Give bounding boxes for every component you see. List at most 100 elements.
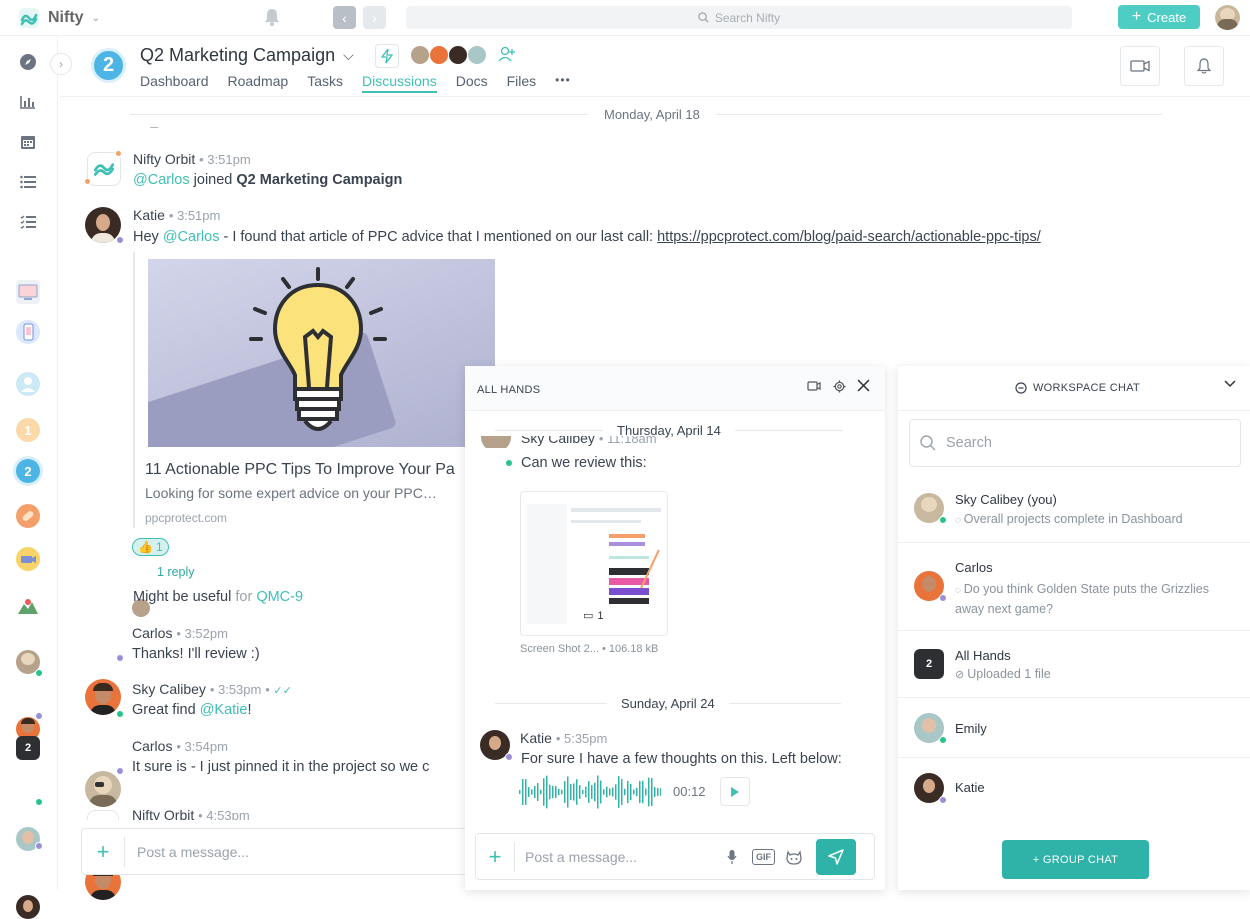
tab-tasks[interactable]: Tasks — [307, 73, 343, 93]
chat-item-all-hands[interactable]: 2 All Hands ⊘ Uploaded 1 file — [898, 631, 1250, 698]
project-tabs: Dashboard Roadmap Tasks Discussions Docs… — [140, 73, 571, 93]
send-button[interactable] — [816, 838, 856, 875]
rail-group-badge[interactable]: 2 — [16, 736, 40, 760]
chat-item-carlos[interactable]: Carlos ◌ Do you think Golden State puts … — [898, 543, 1250, 631]
waveform-bar — [600, 780, 602, 804]
group-badge-number: 2 — [24, 742, 32, 754]
group-chat-button[interactable]: + GROUP CHAT — [1002, 840, 1149, 879]
workspace-switcher[interactable]: Nifty ⌄ — [18, 7, 100, 29]
rail-dm-avatar-katie[interactable] — [16, 895, 40, 919]
message-input[interactable]: Post a message... — [125, 844, 249, 860]
tab-discussions[interactable]: Discussions — [362, 73, 437, 93]
gif-button[interactable]: GIF — [752, 848, 775, 865]
project-person-icon[interactable] — [16, 372, 40, 396]
sky-calibey-avatar[interactable] — [85, 771, 121, 807]
project-members[interactable] — [410, 45, 487, 65]
tab-dashboard[interactable]: Dashboard — [140, 73, 209, 93]
video-call-button[interactable] — [1120, 46, 1160, 86]
thumbs-up-reaction[interactable]: 👍 1 — [132, 538, 169, 556]
forward-button[interactable]: › — [363, 6, 386, 29]
project-video-icon[interactable] — [16, 547, 40, 571]
reply-count-link[interactable]: 1 reply — [157, 565, 195, 579]
project-badge-1[interactable]: 1 — [16, 418, 40, 442]
project-notifications-button[interactable] — [1184, 46, 1224, 86]
waveform-bar — [537, 782, 539, 802]
project-map-icon[interactable] — [16, 595, 40, 619]
plus-icon[interactable]: + — [476, 844, 514, 870]
notifications-bell-icon[interactable] — [264, 8, 280, 26]
chat-search-input[interactable]: Search — [909, 419, 1241, 467]
tab-files[interactable]: Files — [507, 73, 537, 93]
settings-button[interactable] — [833, 380, 846, 393]
user-mention[interactable]: @Carlos — [163, 229, 220, 245]
project-bandage-icon[interactable] — [16, 504, 40, 528]
project-title-dropdown[interactable]: Q2 Marketing Campaign ⌵ — [140, 45, 354, 66]
author-name[interactable]: Carlos — [132, 625, 172, 641]
author-name[interactable]: Nifty Orbit — [133, 151, 195, 167]
author-name[interactable]: Carlos — [132, 738, 172, 754]
author-name[interactable]: Sky Calibey — [132, 681, 206, 697]
sticker-icon[interactable] — [785, 849, 803, 865]
expand-sidebar-button[interactable]: › — [50, 53, 72, 75]
bar-chart-icon[interactable] — [18, 92, 38, 112]
user-avatar[interactable] — [1215, 5, 1240, 30]
member-avatar — [429, 45, 449, 65]
collapse-panel-button[interactable] — [1224, 380, 1236, 388]
chat-item-emily[interactable]: Emily — [898, 698, 1250, 758]
waveform-bar — [603, 789, 605, 795]
more-tabs-button[interactable]: ••• — [555, 73, 571, 93]
compass-icon[interactable] — [18, 52, 38, 72]
create-button[interactable]: + Create — [1118, 5, 1200, 29]
user-mention[interactable]: @Carlos — [133, 172, 190, 188]
microphone-icon[interactable] — [720, 849, 744, 865]
user-mention[interactable]: @Katie — [200, 702, 248, 718]
chat-name: Sky Calibey (you) — [955, 492, 1057, 507]
waveform-bar — [594, 782, 596, 802]
file-name[interactable]: Screen Shot 2... — [520, 643, 599, 655]
automation-button[interactable] — [375, 44, 399, 68]
add-member-icon[interactable] — [498, 46, 516, 62]
project-phone-icon[interactable] — [16, 320, 40, 344]
screenshot-attachment[interactable]: ▭ 1 — [520, 491, 668, 636]
date-separator: Sunday, April 24 — [495, 696, 865, 711]
message-header: Carlos • 3:52pm — [132, 625, 228, 641]
waveform-bar — [519, 790, 521, 794]
plus-icon[interactable]: + — [82, 839, 124, 865]
bell-icon — [1197, 58, 1211, 74]
waveform-bar — [639, 780, 641, 804]
link-preview-image[interactable] — [148, 259, 495, 447]
message-text: Thanks! I'll review :) — [132, 646, 260, 662]
checklist-icon[interactable] — [18, 212, 38, 232]
task-link[interactable]: QMC-9 — [256, 589, 303, 605]
online-status-dot — [35, 798, 43, 806]
chat-item-sky-calibey[interactable]: Sky Calibey (you) ◌ Overall projects com… — [898, 475, 1250, 543]
waveform-bar — [549, 784, 551, 800]
waveform-bar — [627, 780, 629, 804]
waveform-bar — [585, 786, 587, 798]
nifty-orbit-avatar — [87, 810, 119, 820]
project-badge-2[interactable]: 2 — [16, 459, 40, 483]
tab-roadmap[interactable]: Roadmap — [228, 73, 289, 93]
author-name[interactable]: Katie — [133, 207, 165, 223]
close-panel-button[interactable] — [857, 379, 870, 392]
play-audio-button[interactable] — [720, 777, 750, 806]
waveform-bar — [588, 781, 590, 803]
list-icon[interactable] — [18, 172, 38, 192]
message-input[interactable]: Post a message... — [515, 849, 720, 865]
sky-calibey-avatar — [481, 436, 511, 448]
preview-title[interactable]: 11 Actionable PPC Tips To Improve Your P… — [145, 461, 455, 479]
project-monitor-icon[interactable] — [16, 280, 40, 304]
calendar-icon[interactable] — [18, 132, 38, 152]
chevron-right-icon: › — [372, 9, 377, 26]
author-name[interactable]: Katie — [520, 730, 552, 746]
discussion-composer[interactable]: + Post a message... — [81, 828, 481, 875]
audio-waveform[interactable] — [519, 774, 661, 810]
back-button[interactable]: ‹ — [333, 6, 356, 29]
tab-docs[interactable]: Docs — [456, 73, 488, 93]
global-search-input[interactable]: Search Nifty — [406, 6, 1072, 29]
video-call-button[interactable] — [807, 381, 821, 391]
all-hands-composer[interactable]: + Post a message... GIF — [475, 833, 875, 880]
carlos-avatar[interactable] — [85, 679, 121, 715]
chat-item-katie[interactable]: Katie — [898, 758, 1250, 818]
article-link[interactable]: https://ppcprotect.com/blog/paid-search/… — [657, 229, 1041, 245]
